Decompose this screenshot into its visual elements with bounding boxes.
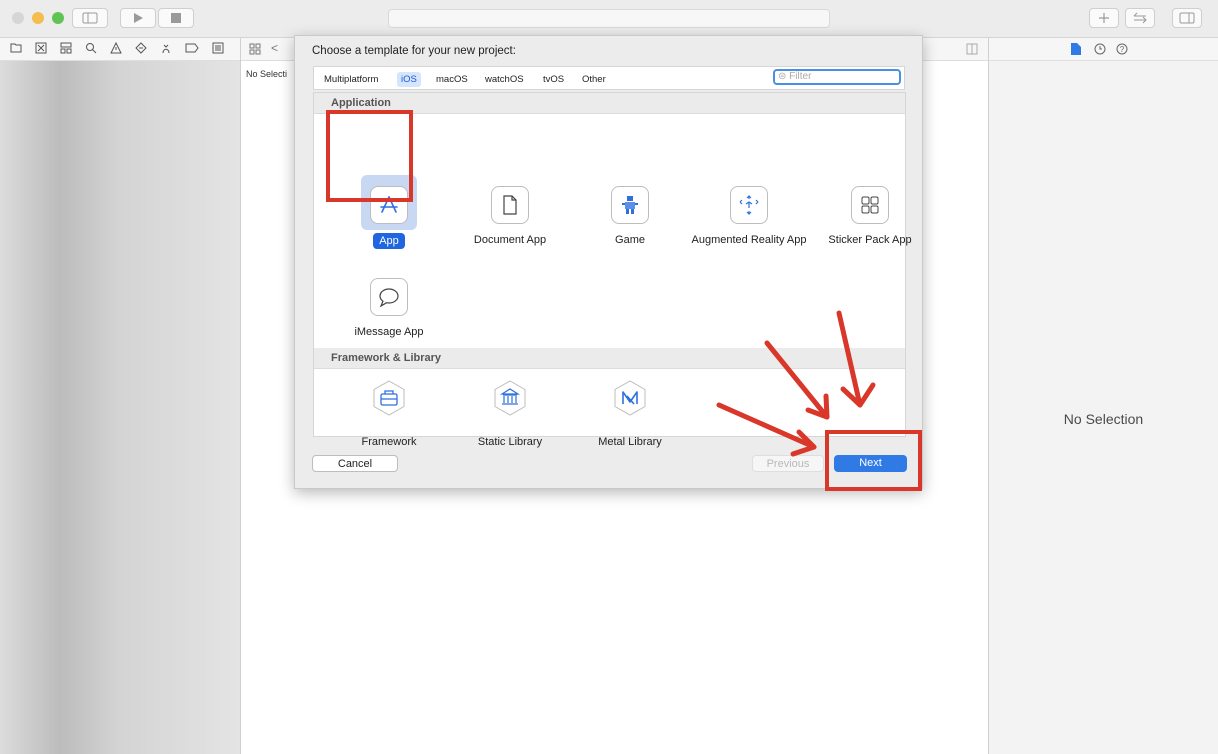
annotation-arrow-icon bbox=[764, 340, 830, 420]
annotation-arrow-icon bbox=[716, 402, 817, 457]
annotation-arrow-icon bbox=[836, 310, 876, 408]
annotation-arrows bbox=[716, 310, 876, 457]
